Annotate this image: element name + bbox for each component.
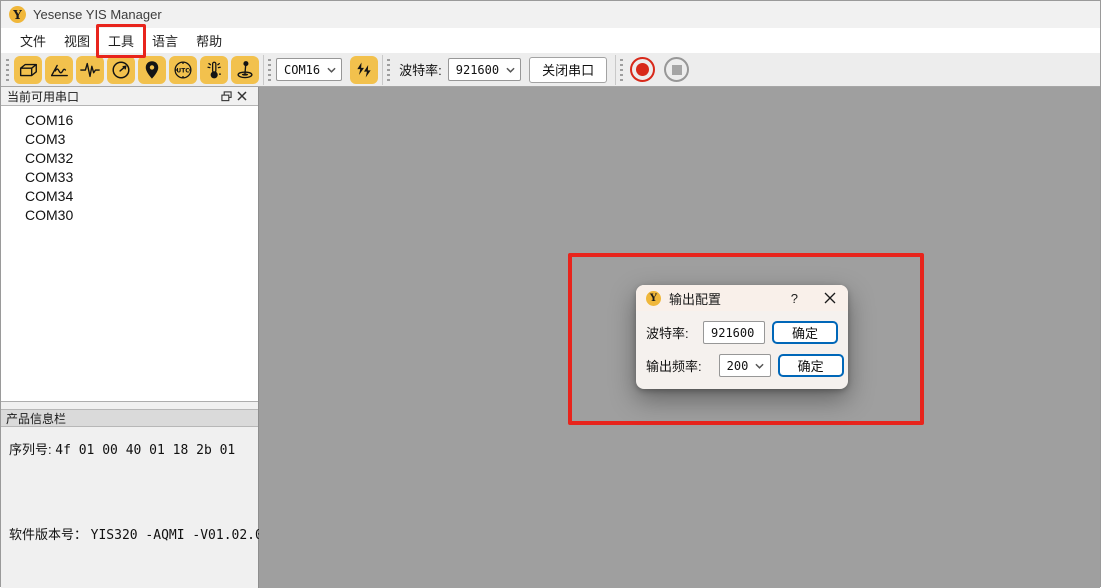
close-serial-port-button[interactable]: 关闭串口 [529, 57, 607, 83]
menu-tools[interactable]: 工具 [99, 28, 143, 53]
baud-rate-label: 波特率: [399, 60, 442, 79]
dialog-frequency-row: 输出频率: 200 确定 [636, 354, 848, 377]
serial-number-label: 序列号: [9, 442, 52, 457]
com-port-value: COM16 [284, 63, 320, 77]
toolbar-icon-temperature[interactable] [200, 56, 228, 84]
toolbar-icon-location-pin[interactable] [138, 56, 166, 84]
menu-tools-label: 工具 [108, 34, 134, 49]
dialog-baud-row: 波特率: 921600 确定 [636, 321, 848, 344]
record-button[interactable] [630, 57, 655, 82]
list-item-port[interactable]: COM34 [1, 187, 258, 206]
toolbar-icon-magnetic-probe[interactable] [231, 56, 259, 84]
baud-rate-select[interactable]: 921600 [448, 58, 521, 81]
dialog-baud-label: 波特率: [646, 323, 696, 342]
chevron-down-icon [755, 363, 764, 369]
serial-number-line: 序列号: 4f 01 00 40 01 18 2b 01 [9, 439, 250, 458]
float-panel-icon[interactable] [218, 88, 234, 104]
app-window: Y Yesense YIS Manager 文件 视图 工具 语言 帮助 [0, 0, 1101, 587]
dialog-logo-icon: Y [646, 291, 661, 306]
info-panel-header: 产品信息栏 [1, 409, 258, 427]
chevron-down-icon [506, 67, 515, 73]
refresh-ports-button[interactable] [350, 56, 378, 84]
chevron-down-icon [327, 67, 336, 73]
close-panel-icon[interactable] [234, 88, 250, 104]
toolbar: UTC COM16 [1, 53, 1100, 87]
dialog-title: 输出配置 [669, 289, 791, 308]
software-version-label: 软件版本号： [9, 527, 87, 542]
toolbar-icon-angle-waveform[interactable] [45, 56, 73, 84]
list-item-port[interactable]: COM33 [1, 168, 258, 187]
list-item-port[interactable]: COM16 [1, 111, 258, 130]
toolbar-drag-handle[interactable] [6, 59, 9, 81]
info-panel-body: 序列号: 4f 01 00 40 01 18 2b 01 软件版本号： YIS3… [1, 427, 258, 588]
dialog-frequency-label: 输出频率: [646, 356, 702, 375]
main-workspace: Y 输出配置 ? 波特率: 921600 确定 输出频率: [259, 87, 1100, 588]
stop-button[interactable] [664, 57, 689, 82]
dialog-close-icon[interactable] [824, 292, 836, 304]
left-dock-panel: 当前可用串口 COM16 COM3 COM32 COM33 COM34 COM3… [1, 87, 259, 588]
baud-rate-value: 921600 [456, 63, 499, 77]
toolbar-icon-cube-3d[interactable] [14, 56, 42, 84]
window-title: Yesense YIS Manager [33, 7, 162, 22]
info-panel-title: 产品信息栏 [6, 410, 66, 427]
dialog-titlebar: Y 输出配置 ? [636, 285, 848, 311]
ports-panel-header: 当前可用串口 [1, 87, 258, 106]
toolbar-separator [615, 55, 616, 85]
menu-file[interactable]: 文件 [11, 28, 55, 53]
software-version-line: 软件版本号： YIS320 -AQMI -V01.02.03; [9, 524, 250, 543]
toolbar-drag-handle[interactable] [268, 59, 271, 81]
dialog-baud-select[interactable]: 921600 [703, 321, 765, 344]
dialog-baud-value: 921600 [711, 326, 754, 340]
dialog-help-button[interactable]: ? [791, 291, 798, 306]
list-item-port[interactable]: COM3 [1, 130, 258, 149]
app-logo-icon: Y [9, 6, 26, 23]
titlebar: Y Yesense YIS Manager [1, 1, 1100, 28]
com-port-select[interactable]: COM16 [276, 58, 342, 81]
software-version-value: YIS320 -AQMI -V01.02.03; [91, 528, 279, 543]
list-item-port[interactable]: COM32 [1, 149, 258, 168]
toolbar-icon-gauge[interactable] [107, 56, 135, 84]
double-lightning-icon [354, 60, 374, 80]
dialog-baud-ok-button[interactable]: 确定 [772, 321, 838, 344]
toolbar-drag-handle[interactable] [387, 59, 390, 81]
toolbar-icon-utc-clock[interactable]: UTC [169, 56, 197, 84]
stop-icon [672, 65, 682, 75]
panel-splitter[interactable] [1, 402, 258, 409]
toolbar-drag-handle[interactable] [620, 59, 623, 81]
toolbar-icon-waveform[interactable] [76, 56, 104, 84]
toolbar-separator [382, 55, 383, 85]
serial-number-value: 4f 01 00 40 01 18 2b 01 [55, 443, 235, 458]
list-item-port[interactable]: COM30 [1, 206, 258, 225]
dialog-frequency-select[interactable]: 200 [719, 354, 771, 377]
menu-help[interactable]: 帮助 [187, 28, 231, 53]
output-config-dialog: Y 输出配置 ? 波特率: 921600 确定 输出频率: [636, 285, 848, 389]
dialog-frequency-ok-button[interactable]: 确定 [778, 354, 844, 377]
record-icon [636, 63, 649, 76]
ports-panel-title: 当前可用串口 [7, 88, 218, 105]
menu-view[interactable]: 视图 [55, 28, 99, 53]
port-list: COM16 COM3 COM32 COM33 COM34 COM30 [1, 106, 258, 402]
dialog-frequency-value: 200 [727, 359, 749, 373]
content-area: 当前可用串口 COM16 COM3 COM32 COM33 COM34 COM3… [1, 87, 1100, 588]
toolbar-separator [263, 55, 264, 85]
menubar: 文件 视图 工具 语言 帮助 [1, 28, 1100, 53]
svg-text:UTC: UTC [176, 67, 189, 74]
menu-language[interactable]: 语言 [143, 28, 187, 53]
